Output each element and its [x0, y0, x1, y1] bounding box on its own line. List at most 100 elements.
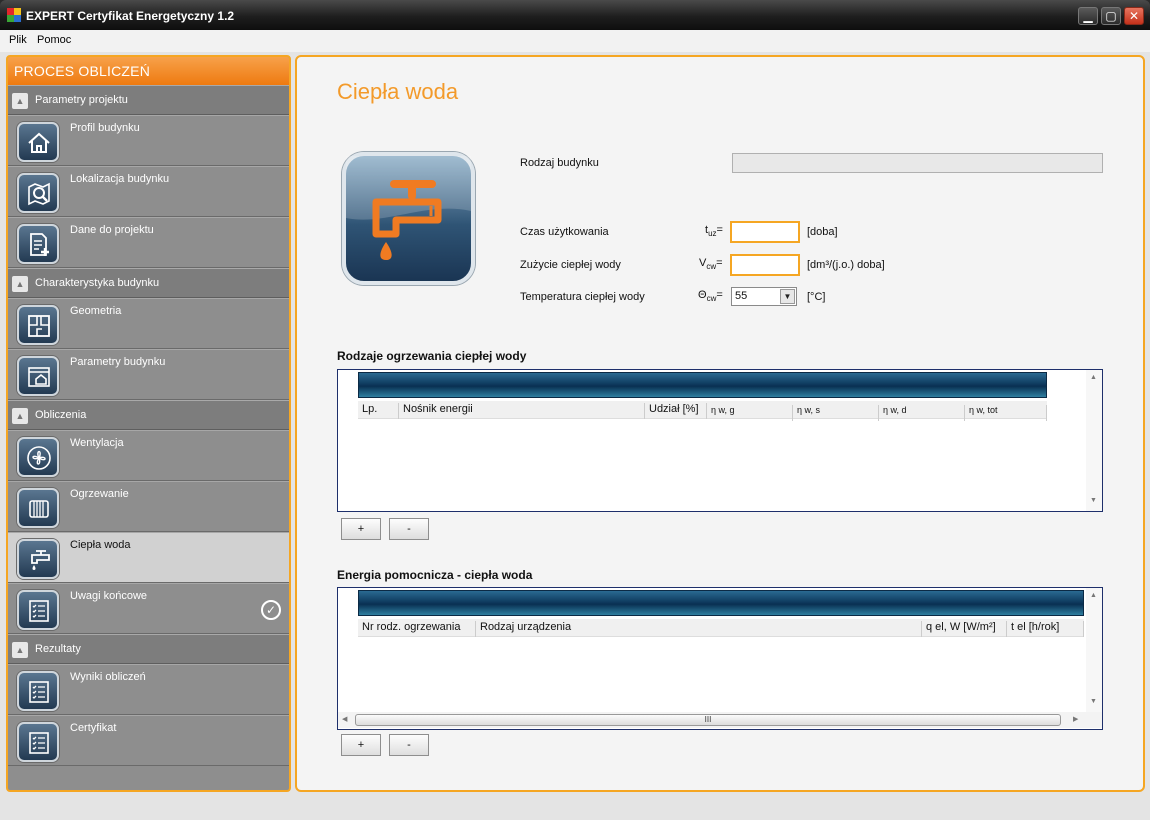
collapse-chevron-icon[interactable]: ▲ [12, 408, 28, 424]
chevron-down-icon[interactable]: ▼ [780, 289, 795, 304]
nav-label: Dane do projektu [70, 224, 154, 236]
czas-unit: [doba] [807, 226, 838, 238]
column-header[interactable]: q el, W [W/m²] [922, 621, 1007, 637]
sidebar-item-geometria[interactable]: Geometria [8, 298, 289, 349]
czas-uzytkowania-input[interactable] [730, 221, 800, 243]
sidebar-item-ciepla-woda[interactable]: Ciepła woda [8, 532, 289, 583]
minimize-button[interactable]: ▁ [1078, 7, 1098, 25]
sidebar-item-parametry-budynku[interactable]: Parametry budynku [8, 349, 289, 400]
column-header[interactable]: η w, g [707, 405, 793, 421]
page-title: Ciepła woda [337, 79, 459, 104]
vertical-scrollbar[interactable]: ▲ ▼ [1086, 370, 1102, 511]
building-settings-icon [17, 356, 59, 396]
map-search-icon [17, 173, 59, 213]
add-row-button[interactable]: + [341, 734, 381, 756]
completed-check-icon: ✓ [261, 600, 281, 620]
vertical-scrollbar[interactable]: ▲ ▼ [1086, 588, 1102, 712]
nav-label: Geometria [70, 305, 122, 317]
temperatura-unit: [°C] [807, 291, 826, 303]
rodzaje-ogrzewania-title: Rodzaje ogrzewania ciepłej wody [337, 349, 527, 363]
czas-symbol: tuz= [705, 224, 723, 239]
maximize-button[interactable]: ▢ [1101, 7, 1121, 25]
scroll-left-icon[interactable]: ◀ [342, 715, 347, 723]
sidebar-item-wentylacja[interactable]: Wentylacja [8, 430, 289, 481]
temperatura-select[interactable]: 55 ▼ [731, 287, 797, 306]
fan-icon [17, 437, 59, 477]
checklist-icon [17, 671, 59, 711]
app-logo-icon [7, 8, 21, 22]
temperatura-value: 55 [735, 290, 748, 302]
nav-label: Parametry budynku [70, 356, 166, 368]
remove-row-button[interactable]: - [389, 734, 429, 756]
scroll-down-icon[interactable]: ▼ [1090, 698, 1097, 705]
collapse-chevron-icon[interactable]: ▲ [12, 93, 28, 109]
sidebar-item-uwagi-koncowe[interactable]: Uwagi końcowe ✓ [8, 583, 289, 634]
scroll-up-icon[interactable]: ▲ [1090, 374, 1097, 381]
house-icon [17, 122, 59, 162]
temperatura-wody-label: Temperatura ciepłej wody [520, 291, 645, 303]
sidebar-item-wyniki-obliczen[interactable]: Wyniki obliczeń [8, 664, 289, 715]
collapse-chevron-icon[interactable]: ▲ [12, 276, 28, 292]
checklist-icon [17, 590, 59, 630]
menu-plik[interactable]: Plik [9, 34, 27, 46]
rodzaj-budynku-label: Rodzaj budynku [520, 157, 599, 169]
sidebar-item-profil-budynku[interactable]: Profil budynku [8, 115, 289, 166]
section-label: Parametry projektu [35, 94, 128, 106]
grid-header: Lp. Nośnik energii Udział [%] η w, g η w… [358, 401, 1047, 421]
nav-label: Wentylacja [70, 437, 124, 449]
column-header[interactable]: η w, s [793, 405, 879, 421]
energia-pomocnicza-title: Energia pomocnicza - ciepła woda [337, 568, 533, 582]
content-panel: Ciepła woda Rodzaj budynku Czas użytkowa… [295, 55, 1145, 792]
nav-label: Profil budynku [70, 122, 140, 134]
column-header[interactable]: Nośnik energii [399, 403, 645, 419]
collapse-chevron-icon[interactable]: ▲ [12, 642, 28, 658]
document-add-icon [17, 224, 59, 264]
temperatura-symbol: Θcw= [698, 289, 723, 304]
menu-pomoc[interactable]: Pomoc [37, 34, 71, 46]
column-header[interactable]: Rodzaj urządzenia [476, 621, 922, 637]
nav-label: Lokalizacja budynku [70, 173, 170, 185]
floorplan-icon [17, 305, 59, 345]
close-button[interactable]: ✕ [1124, 7, 1144, 25]
column-header[interactable]: η w, d [879, 405, 965, 421]
scroll-up-icon[interactable]: ▲ [1090, 592, 1097, 599]
zuzycie-unit: [dm³/(j.o.) doba] [807, 259, 885, 271]
zuzycie-wody-input[interactable] [730, 254, 800, 276]
status-bar [0, 796, 1150, 820]
nav-label: Ogrzewanie [70, 488, 129, 500]
energia-pomocnicza-grid[interactable]: Nr rodz. ogrzewania Rodzaj urządzenia q … [337, 587, 1103, 730]
section-label: Charakterystyka budynku [35, 277, 160, 289]
title-bar: EXPERT Certyfikat Energetyczny 1.2 ▁ ▢ ✕ [0, 0, 1150, 30]
section-label: Rezultaty [35, 643, 81, 655]
scroll-down-icon[interactable]: ▼ [1090, 497, 1097, 504]
column-header[interactable]: Udział [%] [645, 403, 707, 419]
section-charakterystyka-budynku[interactable]: ▲ Charakterystyka budynku [8, 268, 289, 298]
czas-uzytkowania-label: Czas użytkowania [520, 226, 609, 238]
sidebar-item-certyfikat[interactable]: Certyfikat [8, 715, 289, 766]
sidebar-item-dane-do-projektu[interactable]: Dane do projektu [8, 217, 289, 268]
nav-label: Certyfikat [70, 722, 117, 734]
scrollbar-thumb[interactable]: III [355, 714, 1061, 726]
add-row-button[interactable]: + [341, 518, 381, 540]
window-title: EXPERT Certyfikat Energetyczny 1.2 [26, 9, 235, 23]
menu-bar: Plik Pomoc [0, 30, 1150, 52]
checklist-icon [17, 722, 59, 762]
nav-label: Uwagi końcowe [70, 590, 148, 602]
section-parametry-projektu[interactable]: ▲ Parametry projektu [8, 85, 289, 115]
scroll-right-icon[interactable]: ▶ [1073, 715, 1078, 723]
section-rezultaty[interactable]: ▲ Rezultaty [8, 634, 289, 664]
horizontal-scrollbar[interactable]: ◀ III ▶ [338, 712, 1102, 728]
section-obliczenia[interactable]: ▲ Obliczenia [8, 400, 289, 430]
column-header[interactable]: t el [h/rok] [1007, 621, 1084, 637]
nav-label: Ciepła woda [70, 539, 131, 551]
rodzaje-ogrzewania-grid[interactable]: Lp. Nośnik energii Udział [%] η w, g η w… [337, 369, 1103, 512]
zuzycie-wody-label: Zużycie ciepłej wody [520, 259, 621, 271]
sidebar-item-lokalizacja-budynku[interactable]: Lokalizacja budynku [8, 166, 289, 217]
grid-group-bar [358, 590, 1084, 616]
column-header[interactable]: Lp. [358, 403, 399, 419]
remove-row-button[interactable]: - [389, 518, 429, 540]
sidebar-item-ogrzewanie[interactable]: Ogrzewanie [8, 481, 289, 532]
column-header[interactable]: η w, tot [965, 405, 1047, 421]
sidebar-header: PROCES OBLICZEŃ [8, 57, 289, 85]
column-header[interactable]: Nr rodz. ogrzewania [358, 621, 476, 637]
